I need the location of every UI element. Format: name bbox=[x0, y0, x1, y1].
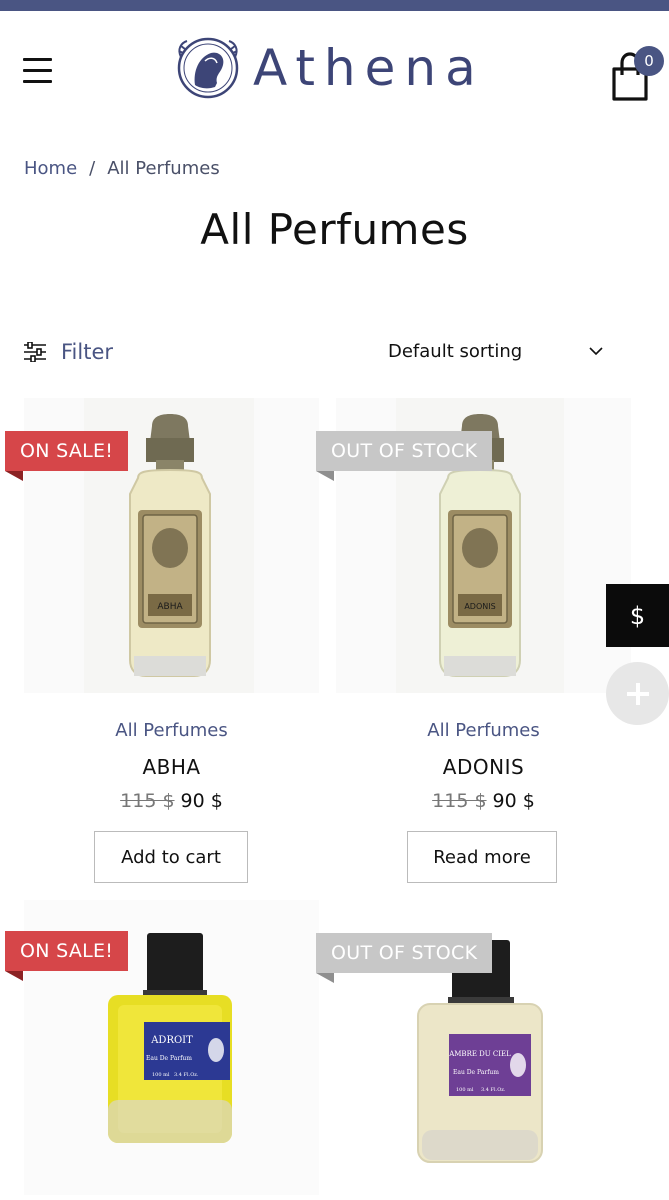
plus-button[interactable] bbox=[606, 662, 669, 725]
filter-button[interactable]: Filter bbox=[23, 340, 113, 364]
site-header: Athena 0 bbox=[0, 11, 669, 126]
bottle-label-text: ABHA bbox=[157, 602, 183, 612]
bottle-label-text: AMBRE DU CIEL bbox=[448, 1050, 511, 1058]
old-price: 115 $ bbox=[120, 790, 175, 812]
old-price: 115 $ bbox=[432, 790, 487, 812]
filter-label: Filter bbox=[61, 340, 114, 364]
svg-text:Eau De Parfum: Eau De Parfum bbox=[453, 1069, 499, 1076]
athena-emblem-icon bbox=[177, 37, 239, 99]
currency-switcher[interactable]: $ bbox=[606, 584, 669, 647]
sort-selected-value: Default sorting bbox=[388, 341, 523, 362]
product-name[interactable]: ABHA bbox=[24, 755, 319, 779]
plus-icon bbox=[626, 682, 649, 705]
svg-text:100 ml: 100 ml bbox=[152, 1072, 170, 1078]
product-category-link[interactable]: All Perfumes bbox=[24, 720, 319, 741]
out-of-stock-badge: OUT OF STOCK bbox=[316, 431, 493, 481]
sale-price: 90 $ bbox=[180, 790, 223, 812]
brand-name: Athena bbox=[253, 39, 485, 97]
sort-select[interactable]: Default sorting bbox=[388, 341, 603, 362]
sliders-icon bbox=[24, 342, 46, 362]
breadcrumb: Home / All Perfumes bbox=[24, 158, 220, 179]
on-sale-badge: ON SALE! bbox=[5, 431, 129, 481]
breadcrumb-separator: / bbox=[89, 158, 96, 179]
bottle-label-text: ADONIS bbox=[464, 602, 495, 611]
breadcrumb-current: All Perfumes bbox=[107, 158, 220, 179]
svg-text:3.4 Fl.Oz.: 3.4 Fl.Oz. bbox=[174, 1072, 199, 1078]
cart-button[interactable]: 0 bbox=[610, 46, 664, 101]
breadcrumb-home-link[interactable]: Home bbox=[24, 158, 77, 179]
product-card: AMBRE DU CIEL Eau De Parfum 100 ml 3.4 F… bbox=[316, 900, 631, 1200]
read-more-button[interactable]: Read more bbox=[407, 831, 557, 883]
site-logo[interactable]: Athena bbox=[175, 35, 485, 101]
product-card: ADROIT Eau De Parfum 100 ml 3.4 Fl.Oz. O… bbox=[5, 900, 319, 1200]
page-title: All Perfumes bbox=[200, 205, 469, 254]
bottle-label-text: ADROIT bbox=[150, 1035, 193, 1046]
top-accent-bar bbox=[0, 0, 669, 11]
svg-text:100 ml: 100 ml bbox=[456, 1087, 474, 1093]
add-to-cart-button[interactable]: Add to cart bbox=[94, 831, 248, 883]
svg-text:3.4 Fl.Oz.: 3.4 Fl.Oz. bbox=[481, 1087, 506, 1093]
sale-price: 90 $ bbox=[492, 790, 535, 812]
chevron-down-icon bbox=[589, 347, 603, 356]
product-price: 115 $90 $ bbox=[24, 790, 319, 812]
product-name[interactable]: ADONIS bbox=[336, 755, 631, 779]
product-price: 115 $90 $ bbox=[336, 790, 631, 812]
product-card: ABHA ON SALE! All Perfumes ABHA 115 $90 … bbox=[5, 398, 319, 888]
product-card: ADONIS OUT OF STOCK All Perfumes ADONIS … bbox=[316, 398, 631, 888]
svg-text:Eau De Parfum: Eau De Parfum bbox=[146, 1055, 192, 1062]
product-category-link[interactable]: All Perfumes bbox=[336, 720, 631, 741]
cart-count-badge: 0 bbox=[634, 46, 664, 76]
on-sale-badge: ON SALE! bbox=[5, 931, 129, 981]
out-of-stock-badge: OUT OF STOCK bbox=[316, 933, 493, 983]
hamburger-icon[interactable] bbox=[23, 58, 53, 84]
